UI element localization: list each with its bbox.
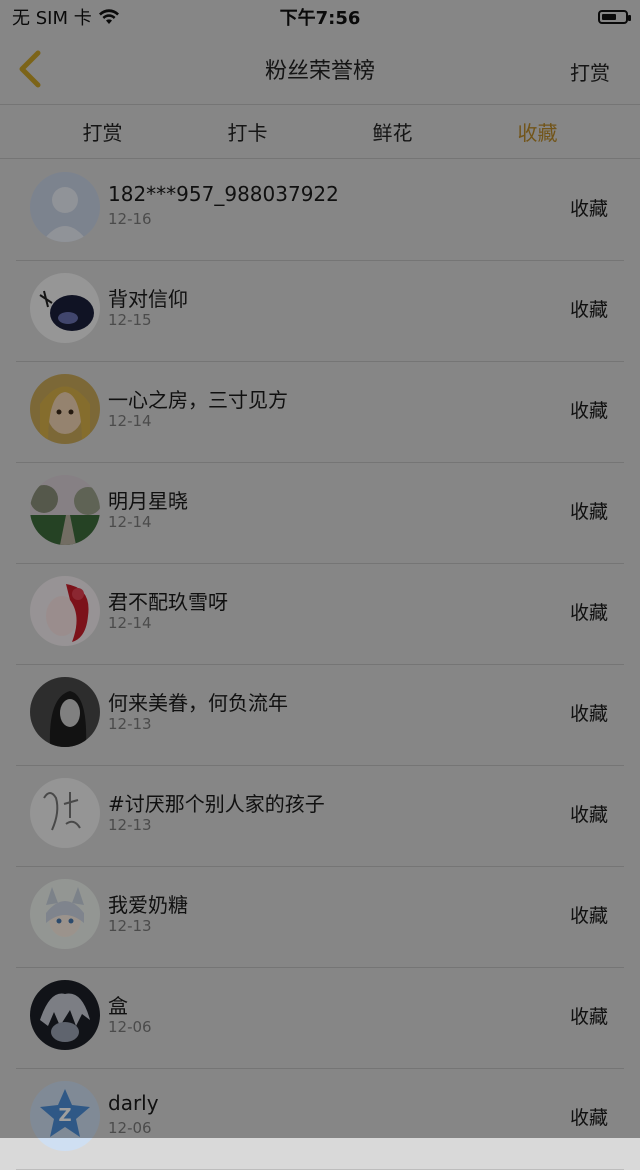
avatar — [30, 273, 100, 343]
tab-reward[interactable]: 打赏 — [75, 111, 131, 152]
fan-name: 君不配玖雪呀 — [108, 590, 228, 614]
list-item[interactable]: 明月星晓 12-14 收藏 — [16, 463, 624, 564]
action-label: 收藏 — [569, 703, 608, 725]
nav-bar: 粉丝荣誉榜 打赏 — [0, 34, 640, 105]
list-item[interactable]: Z darly 12-06 收藏 — [16, 1069, 624, 1170]
fan-name: 明月星晓 — [108, 489, 188, 513]
fan-date: 12-16 — [108, 210, 152, 228]
fan-date: 12-13 — [108, 816, 152, 834]
fan-name: 我爱奶糖 — [108, 893, 188, 917]
list-item[interactable]: 一心之房，三寸见方 12-14 收藏 — [16, 362, 624, 463]
fan-date: 12-15 — [108, 311, 152, 329]
list-item[interactable]: 背对信仰 12-15 收藏 — [16, 261, 624, 362]
action-label: 收藏 — [569, 400, 608, 422]
avatar — [30, 374, 100, 444]
action-label: 收藏 — [569, 299, 608, 321]
action-label: 收藏 — [569, 602, 608, 624]
back-button[interactable] — [12, 49, 48, 89]
battery-icon — [598, 10, 631, 24]
page-title: 粉丝荣誉榜 — [264, 59, 375, 84]
action-label: 收藏 — [569, 1006, 608, 1028]
fan-list: 182***957_988037922 12-16 收藏 背对信仰 12-15 … — [0, 160, 640, 1170]
fan-name: darly — [108, 1091, 159, 1115]
action-label: 收藏 — [569, 905, 608, 927]
avatar — [30, 778, 100, 848]
list-item[interactable]: #讨厌那个别人家的孩子 12-13 收藏 — [16, 766, 624, 867]
list-item[interactable]: 君不配玖雪呀 12-14 收藏 — [16, 564, 624, 665]
list-item[interactable]: 何来美眷，何负流年 12-13 收藏 — [16, 665, 624, 766]
tab-flowers[interactable]: 鲜花 — [365, 111, 421, 152]
tab-favorites[interactable]: 收藏 — [510, 111, 566, 152]
avatar — [30, 980, 100, 1050]
avatar — [30, 879, 100, 949]
fan-name: 一心之房，三寸见方 — [108, 388, 288, 412]
avatar — [30, 475, 100, 545]
fan-date: 12-14 — [108, 614, 152, 632]
fan-date: 12-14 — [108, 513, 152, 531]
fan-name: 何来美眷，何负流年 — [108, 691, 288, 715]
action-label: 收藏 — [569, 501, 608, 523]
fan-date: 12-06 — [108, 1119, 152, 1137]
action-label: 收藏 — [569, 1107, 608, 1129]
tab-bar: 打赏 打卡 鲜花 收藏 — [0, 105, 640, 159]
action-label: 收藏 — [569, 198, 608, 220]
fan-name: 182***957_988037922 — [108, 182, 339, 206]
chevron-left-icon — [19, 50, 41, 88]
fan-name: 背对信仰 — [108, 287, 188, 311]
avatar: Z — [30, 1081, 100, 1151]
list-item[interactable]: 182***957_988037922 12-16 收藏 — [16, 160, 624, 261]
fan-name: 盒 — [108, 994, 128, 1018]
svg-text:Z: Z — [58, 1105, 71, 1126]
fan-date: 12-06 — [108, 1018, 152, 1036]
avatar — [30, 677, 100, 747]
avatar — [30, 576, 100, 646]
fan-date: 12-14 — [108, 412, 152, 430]
action-label: 收藏 — [569, 804, 608, 826]
fan-date: 12-13 — [108, 715, 152, 733]
tab-checkin[interactable]: 打卡 — [220, 111, 276, 152]
avatar — [30, 172, 100, 242]
list-item[interactable]: 盒 12-06 收藏 — [16, 968, 624, 1069]
reward-button[interactable]: 打赏 — [570, 57, 610, 86]
status-time: 下午7:56 — [279, 8, 361, 29]
list-item[interactable]: 我爱奶糖 12-13 收藏 — [16, 867, 624, 968]
fan-date: 12-13 — [108, 917, 152, 935]
status-bar: 无 SIM 卡 下午7:56 — [0, 0, 640, 34]
fan-name: #讨厌那个别人家的孩子 — [108, 792, 325, 816]
